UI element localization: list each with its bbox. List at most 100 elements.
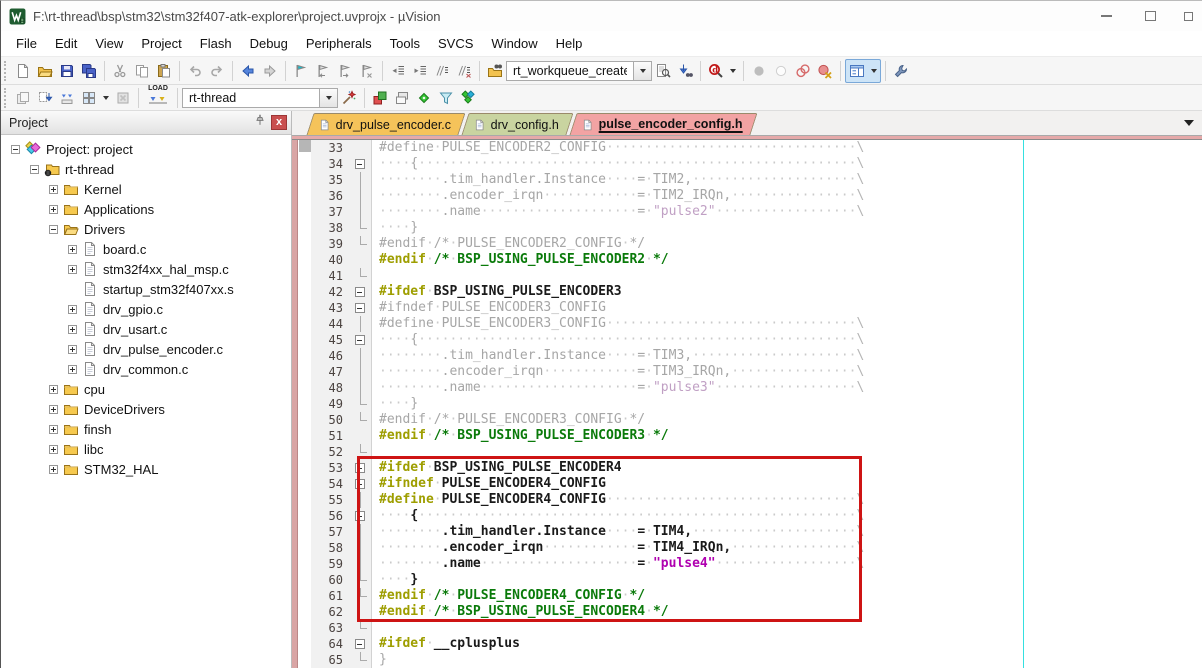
tree-expander-icon[interactable] [30,165,39,174]
tree-expander-icon[interactable] [49,205,58,214]
fold-collapse-icon[interactable] [350,476,372,492]
cut-icon[interactable] [109,60,131,82]
menu-view[interactable]: View [86,33,132,54]
restore-partial-icon[interactable] [1166,1,1202,31]
fold-collapse-icon[interactable] [350,284,372,300]
code-line-40[interactable]: 40#endif·/*·BSP_USING_PULSE_ENCODER2·*/ [292,252,1202,268]
kill-all-breakpoints-icon[interactable] [814,60,836,82]
pin-icon[interactable] [253,113,267,132]
target-dropdown-button[interactable] [320,88,338,108]
tree-item-stm32f4xx-hal-msp-c[interactable]: stm32f4xx_hal_msp.c [1,259,291,279]
fold-collapse-icon[interactable] [350,460,372,476]
batch-build-icon[interactable] [78,87,100,109]
layout-dropdown-caret-icon[interactable] [871,69,877,73]
tab-pulse-encoder-config-h[interactable]: pulse_encoder_config.h [570,113,758,135]
tree-expander-icon[interactable] [68,345,77,354]
code-line-57[interactable]: 57········.tim_handler.Instance····=·TIM… [292,524,1202,540]
code-line-49[interactable]: 49····} [292,396,1202,412]
debug-dropdown-caret-icon[interactable] [730,69,736,73]
paste-icon[interactable] [153,60,175,82]
code-line-51[interactable]: 51#endif·/*·BSP_USING_PULSE_ENCODER3·*/ [292,428,1202,444]
menu-help[interactable]: Help [547,33,592,54]
code-line-42[interactable]: 42#ifdef·BSP_USING_PULSE_ENCODER3 [292,284,1202,300]
tree-item-drv-pulse-encoder-c[interactable]: drv_pulse_encoder.c [1,339,291,359]
tree-expander-icon[interactable] [49,445,58,454]
navigate-back-icon[interactable] [237,60,259,82]
code-line-58[interactable]: 58········.encoder_irqn············=·TIM… [292,540,1202,556]
minimize-icon[interactable] [1084,1,1128,31]
tree-expander-icon[interactable] [49,225,58,234]
tree-item-cpu[interactable]: cpu [1,379,291,399]
tree-expander-icon[interactable] [49,185,58,194]
tree-expander-icon[interactable] [68,245,77,254]
navigate-forward-icon[interactable] [259,60,281,82]
code-line-43[interactable]: 43#ifndef·PULSE_ENCODER3_CONFIG [292,300,1202,316]
target-select-input[interactable] [182,88,320,108]
unindent-icon[interactable] [387,60,409,82]
find-in-files-icon[interactable] [484,60,506,82]
bookmark-prev-icon[interactable] [312,60,334,82]
tree-item-applications[interactable]: Applications [1,199,291,219]
find-next-icon[interactable] [674,60,696,82]
save-icon[interactable] [56,60,78,82]
bookmark-next-icon[interactable] [334,60,356,82]
target-options-icon[interactable] [338,87,360,109]
find-dropdown-caret-icon[interactable] [640,69,646,73]
code-line-47[interactable]: 47········.encoder_irqn············=·TIM… [292,364,1202,380]
code-line-35[interactable]: 35········.tim_handler.Instance····=·TIM… [292,172,1202,188]
tree-expander-icon[interactable] [49,465,58,474]
debug-start-stop-icon[interactable]: d [705,60,727,82]
code-line-62[interactable]: 62#endif·/*·BSP_USING_PULSE_ENCODER4·*/ [292,604,1202,620]
undo-icon[interactable] [184,60,206,82]
tree-expander-icon[interactable] [49,385,58,394]
redo-icon[interactable] [206,60,228,82]
fold-collapse-icon[interactable] [350,300,372,316]
code-line-34[interactable]: 34····{·································… [292,156,1202,172]
tree-expander-icon[interactable] [68,305,77,314]
uncomment-icon[interactable] [453,60,475,82]
tree-item-project-project[interactable]: Project: project [1,139,291,159]
enable-breakpoint-icon[interactable] [770,60,792,82]
code-line-36[interactable]: 36········.encoder_irqn············=·TIM… [292,188,1202,204]
rebuild-icon[interactable] [56,87,78,109]
code-line-41[interactable]: 41 [292,268,1202,284]
code-line-44[interactable]: 44#define·PULSE_ENCODER3_CONFIG·········… [292,316,1202,332]
tree-item-drv-common-c[interactable]: drv_common.c [1,359,291,379]
manage-components-icon[interactable] [369,87,391,109]
configure-tools-icon[interactable] [890,60,912,82]
code-line-64[interactable]: 64#ifdef·__cplusplus [292,636,1202,652]
tree-expander-icon[interactable] [68,365,77,374]
code-line-63[interactable]: 63 [292,620,1202,636]
build-icon[interactable] [34,87,56,109]
target-dropdown-caret-icon[interactable] [326,96,332,100]
disable-all-breakpoints-icon[interactable] [792,60,814,82]
toggle-breakpoint-icon[interactable] [748,60,770,82]
code-line-61[interactable]: 61#endif·/*·PULSE_ENCODER4_CONFIG·*/ [292,588,1202,604]
fold-collapse-icon[interactable] [350,156,372,172]
code-line-48[interactable]: 48········.name····················=·"pu… [292,380,1202,396]
software-packs-icon[interactable] [413,87,435,109]
menu-flash[interactable]: Flash [191,33,241,54]
tree-item-startup-stm32f407xx-s[interactable]: startup_stm32f407xx.s [1,279,291,299]
file-extensions-icon[interactable] [391,87,413,109]
code-line-54[interactable]: 54#ifndef·PULSE_ENCODER4_CONFIG [292,476,1202,492]
tree-expander-icon[interactable] [68,265,77,274]
close-icon[interactable]: x [271,115,287,130]
tree-expander-icon[interactable] [49,405,58,414]
code-line-65[interactable]: 65} [292,652,1202,668]
bookmark-clear-icon[interactable] [356,60,378,82]
code-line-60[interactable]: 60····} [292,572,1202,588]
menu-tools[interactable]: Tools [381,33,429,54]
code-line-59[interactable]: 59········.name····················=·"pu… [292,556,1202,572]
fold-collapse-icon[interactable] [350,332,372,348]
menu-project[interactable]: Project [132,33,190,54]
window-layout-icon[interactable] [846,60,868,82]
tree-item-drivers[interactable]: Drivers [1,219,291,239]
code-line-39[interactable]: 39#endif·/*·PULSE_ENCODER2_CONFIG·*/ [292,236,1202,252]
tree-item-rt-thread[interactable]: rt-thread [1,159,291,179]
tree-expander-icon[interactable] [11,145,20,154]
filter-icon[interactable] [435,87,457,109]
code-line-55[interactable]: 55#define·PULSE_ENCODER4_CONFIG·········… [292,492,1202,508]
menu-svcs[interactable]: SVCS [429,33,482,54]
code-line-37[interactable]: 37········.name····················=·"pu… [292,204,1202,220]
